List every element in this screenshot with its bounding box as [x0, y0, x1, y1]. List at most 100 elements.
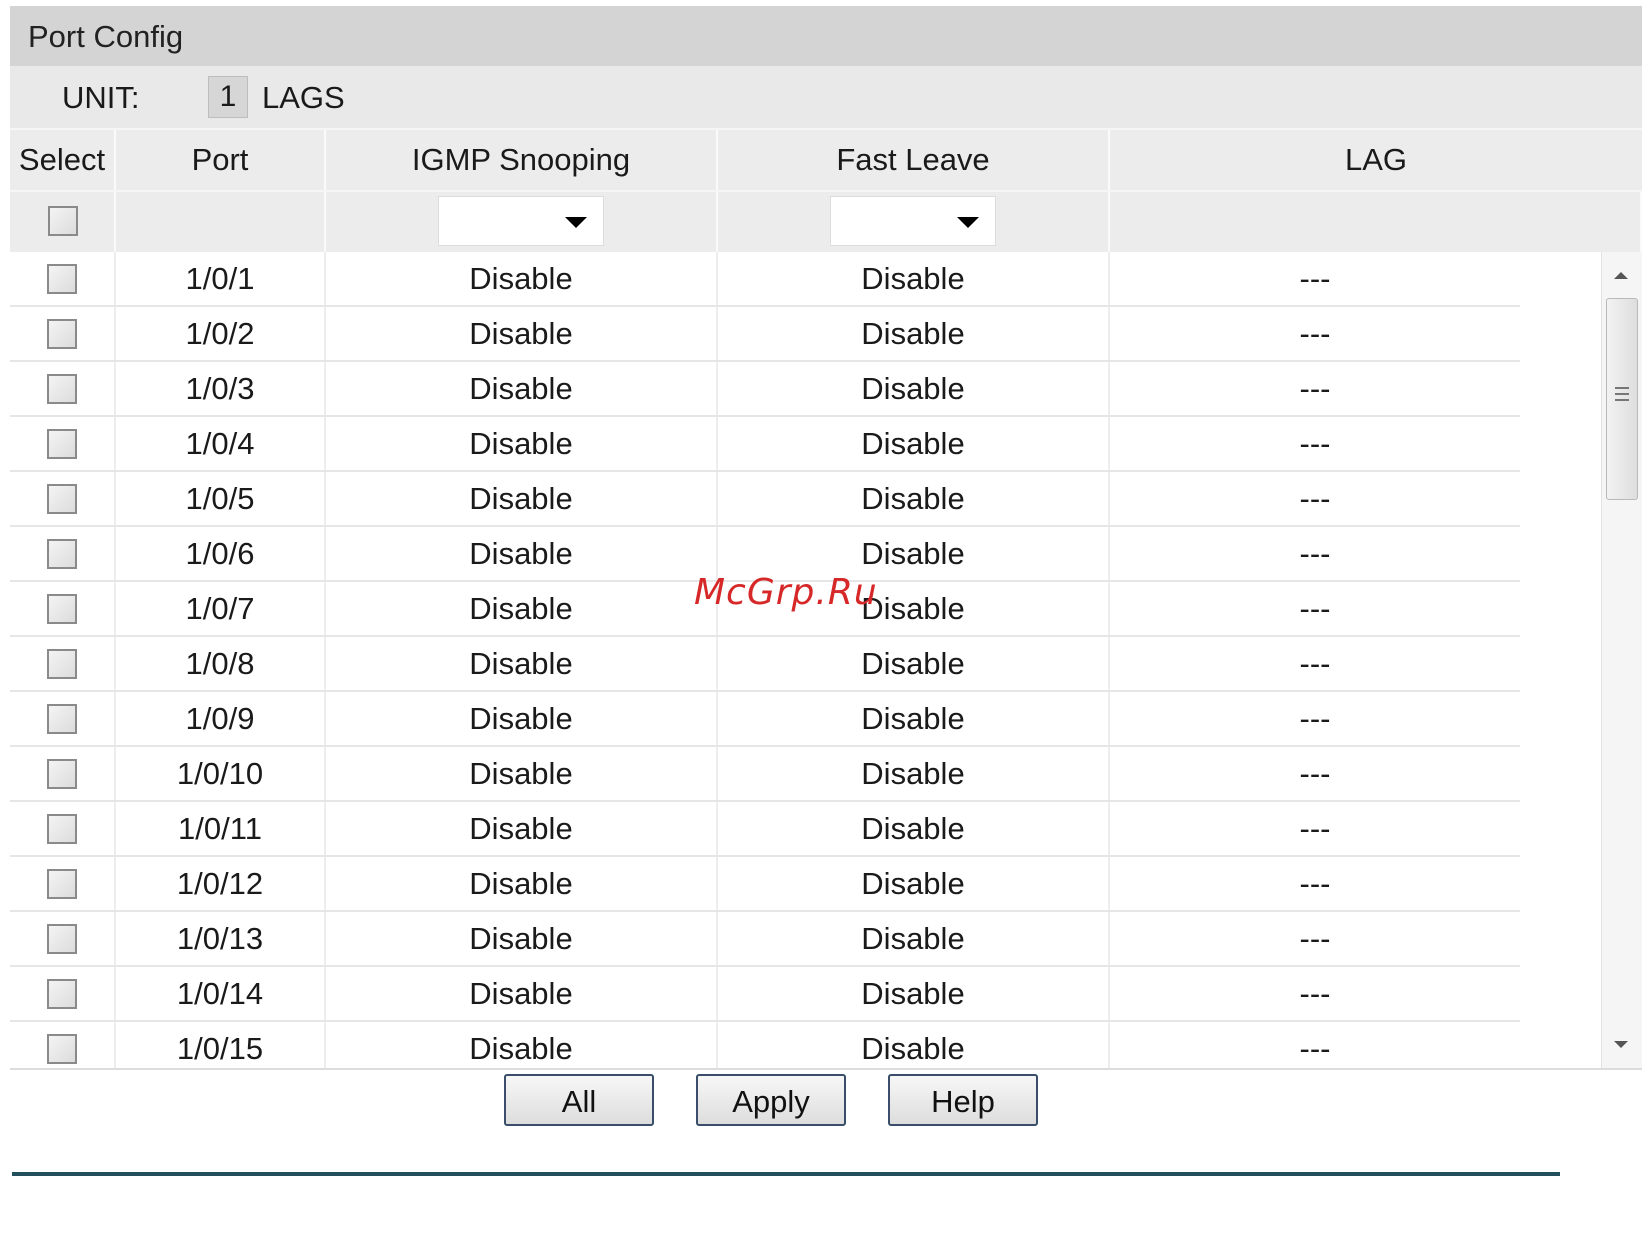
- table-row: 1/0/9 Disable Disable ---: [10, 692, 1520, 747]
- lag-cell: ---: [1299, 976, 1331, 1011]
- fast-leave-cell: Disable: [718, 472, 1110, 525]
- table-row: 1/0/7 Disable Disable ---: [10, 582, 1520, 637]
- unit-selector-1[interactable]: 1: [208, 76, 248, 118]
- row-checkbox[interactable]: [47, 483, 77, 514]
- row-select-cell: [10, 472, 116, 525]
- filter-select-cell: [10, 192, 116, 252]
- fast-leave-cell: Disable: [718, 582, 1110, 635]
- scroll-down-arrow-icon[interactable]: [1614, 1041, 1628, 1048]
- table-row: 1/0/4 Disable Disable ---: [10, 417, 1520, 472]
- table-row: 1/0/11 Disable Disable ---: [10, 802, 1520, 857]
- all-button[interactable]: All: [504, 1074, 654, 1126]
- igmp-snooping-cell: Disable: [326, 747, 718, 800]
- row-checkbox[interactable]: [47, 868, 77, 899]
- lag-cell: ---: [1299, 756, 1331, 791]
- table-row: 1/0/15 Disable Disable ---: [10, 1022, 1520, 1068]
- table-row: 1/0/3 Disable Disable ---: [10, 362, 1520, 417]
- row-select-cell: [10, 1022, 116, 1068]
- port-cell: 1/0/10: [116, 747, 326, 800]
- lag-cell: ---: [1299, 316, 1331, 351]
- row-select-cell: [10, 417, 116, 470]
- row-checkbox[interactable]: [47, 703, 77, 734]
- fast-leave-cell: Disable: [718, 912, 1110, 965]
- fast-leave-cell: Disable: [718, 857, 1110, 910]
- row-select-cell: [10, 252, 116, 305]
- vertical-scrollbar[interactable]: [1601, 252, 1642, 1068]
- port-cell: 1/0/3: [116, 362, 326, 415]
- lag-cell: ---: [1299, 866, 1331, 901]
- row-select-cell: [10, 747, 116, 800]
- table-body[interactable]: 1/0/1 Disable Disable --- 1/0/2 Disable Disabl…: [10, 252, 1642, 1070]
- row-checkbox[interactable]: [47, 593, 77, 624]
- port-cell: 1/0/2: [116, 307, 326, 360]
- row-checkbox[interactable]: [47, 813, 77, 844]
- port-cell: 1/0/15: [116, 1022, 326, 1068]
- panel-title: Port Config: [10, 6, 1642, 66]
- igmp-snooping-cell: Disable: [326, 252, 718, 305]
- row-checkbox[interactable]: [47, 978, 77, 1009]
- help-button[interactable]: Help: [888, 1074, 1038, 1126]
- igmp-snooping-cell: Disable: [326, 472, 718, 525]
- lag-cell: ---: [1299, 371, 1331, 406]
- igmp-snooping-cell: Disable: [326, 582, 718, 635]
- table-row: 1/0/12 Disable Disable ---: [10, 857, 1520, 912]
- header-select: Select: [10, 130, 116, 190]
- unit-label: UNIT:: [62, 80, 140, 115]
- row-checkbox[interactable]: [47, 923, 77, 954]
- table-header: Select Port IGMP Snooping Fast Leave LAG: [10, 128, 1642, 190]
- row-checkbox[interactable]: [47, 648, 77, 679]
- row-select-cell: [10, 912, 116, 965]
- row-select-cell: [10, 362, 116, 415]
- lag-cell: ---: [1299, 921, 1331, 956]
- row-checkbox[interactable]: [47, 758, 77, 789]
- chevron-down-icon: [957, 217, 979, 228]
- igmp-snooping-cell: Disable: [326, 362, 718, 415]
- chevron-down-icon: [565, 217, 587, 228]
- scroll-thumb[interactable]: [1606, 298, 1638, 500]
- header-lag: LAG: [1344, 142, 1408, 177]
- filter-fast-cell: [718, 192, 1110, 252]
- port-cell: 1/0/9: [116, 692, 326, 745]
- fast-leave-cell: Disable: [718, 692, 1110, 745]
- row-checkbox[interactable]: [47, 373, 77, 404]
- igmp-snooping-cell: Disable: [326, 692, 718, 745]
- fast-leave-cell: Disable: [718, 417, 1110, 470]
- table-row: 1/0/13 Disable Disable ---: [10, 912, 1520, 967]
- header-igmp-snooping: IGMP Snooping: [326, 130, 718, 190]
- lag-cell: ---: [1299, 1031, 1331, 1066]
- lag-cell: ---: [1299, 261, 1331, 296]
- scroll-up-arrow-icon[interactable]: [1614, 272, 1628, 279]
- row-checkbox[interactable]: [47, 428, 77, 459]
- igmp-snooping-cell: Disable: [326, 857, 718, 910]
- row-checkbox[interactable]: [47, 1033, 77, 1064]
- filter-port-cell: [116, 192, 326, 252]
- row-select-cell: [10, 307, 116, 360]
- fast-leave-select[interactable]: [830, 196, 996, 246]
- lags-link[interactable]: LAGS: [262, 80, 345, 116]
- fast-leave-cell: Disable: [718, 307, 1110, 360]
- table-row: 1/0/5 Disable Disable ---: [10, 472, 1520, 527]
- row-select-cell: [10, 967, 116, 1020]
- table-row: 1/0/1 Disable Disable ---: [10, 252, 1520, 307]
- lag-cell: ---: [1299, 701, 1331, 736]
- igmp-snooping-select[interactable]: [438, 196, 604, 246]
- table-row: 1/0/6 Disable Disable ---: [10, 527, 1520, 582]
- header-fast-leave: Fast Leave: [718, 130, 1110, 190]
- row-checkbox[interactable]: [47, 318, 77, 349]
- igmp-snooping-cell: Disable: [326, 1022, 718, 1068]
- fast-leave-cell: Disable: [718, 747, 1110, 800]
- select-all-checkbox[interactable]: [48, 206, 78, 236]
- table-row: 1/0/8 Disable Disable ---: [10, 637, 1520, 692]
- header-port: Port: [116, 130, 326, 190]
- igmp-snooping-cell: Disable: [326, 967, 718, 1020]
- port-cell: 1/0/5: [116, 472, 326, 525]
- lag-cell: ---: [1299, 426, 1331, 461]
- row-checkbox[interactable]: [47, 263, 77, 294]
- igmp-snooping-cell: Disable: [326, 417, 718, 470]
- row-checkbox[interactable]: [47, 538, 77, 569]
- apply-button[interactable]: Apply: [696, 1074, 846, 1126]
- lag-cell: ---: [1299, 646, 1331, 681]
- igmp-snooping-cell: Disable: [326, 637, 718, 690]
- filter-igmp-cell: [326, 192, 718, 252]
- igmp-snooping-cell: Disable: [326, 527, 718, 580]
